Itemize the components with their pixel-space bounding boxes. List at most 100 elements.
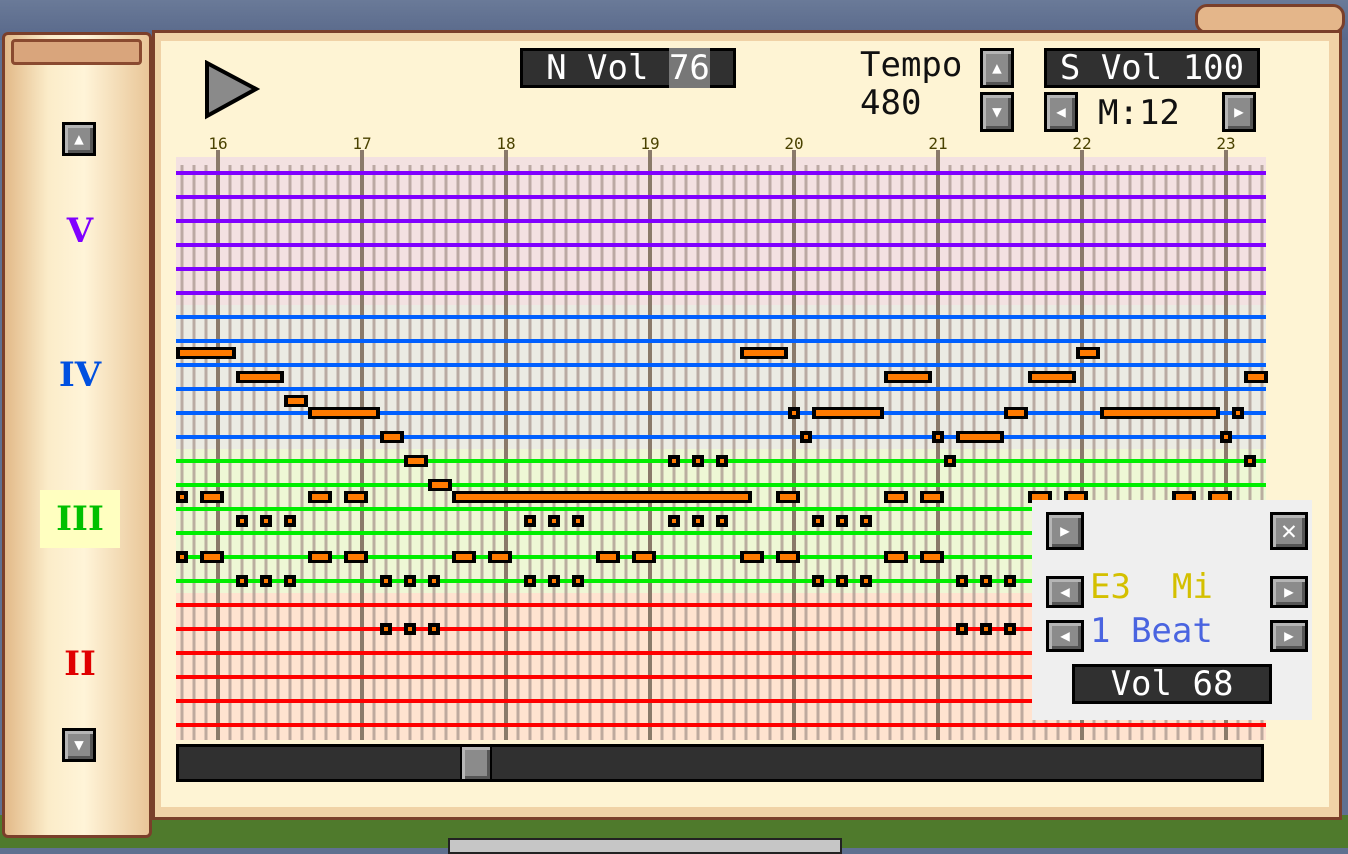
note-fill: [312, 554, 328, 560]
note-fill: [492, 554, 508, 560]
staff-line: [176, 243, 1266, 247]
note-fill: [1008, 410, 1024, 416]
duration-up-button[interactable]: ▶: [1270, 620, 1308, 652]
note-fill: [264, 579, 268, 583]
staff-line: [176, 387, 1266, 391]
note-fill: [924, 494, 940, 500]
note-fill: [696, 459, 700, 463]
note-fill: [180, 495, 184, 499]
note-fill: [888, 374, 928, 380]
staff-line: [176, 171, 1266, 175]
note-fill: [264, 519, 268, 523]
note-fill: [528, 519, 532, 523]
pitch-up-button[interactable]: ▶: [1270, 576, 1308, 608]
note-edit-panel: ▶ ✕ ◀ E3 Mi ▶ ◀ 1 Beat ▶ Vol 68: [1032, 500, 1312, 720]
note-fill: [804, 435, 808, 439]
note-grid[interactable]: [0, 0, 1348, 848]
note-fill: [672, 459, 676, 463]
note-fill: [888, 494, 904, 500]
pitch-label: E3 Mi: [1090, 567, 1213, 607]
note-fill: [948, 459, 952, 463]
note-fill: [456, 554, 472, 560]
note-fill: [960, 579, 964, 583]
staff-line: [176, 195, 1266, 199]
note-fill: [240, 374, 280, 380]
note-fill: [960, 627, 964, 631]
note-fill: [408, 579, 412, 583]
duration-label: 1 Beat: [1090, 611, 1213, 651]
note-fill: [384, 627, 388, 631]
note-fill: [840, 579, 844, 583]
note-fill: [552, 519, 556, 523]
note-fill: [720, 459, 724, 463]
note-fill: [864, 519, 868, 523]
arrow-right-icon: ▶: [1284, 582, 1294, 601]
note-fill: [432, 627, 436, 631]
close-x-icon: ✕: [1281, 516, 1297, 546]
note-fill: [936, 435, 940, 439]
note-fill: [864, 579, 868, 583]
note-fill: [408, 458, 424, 464]
staff-line: [176, 723, 1266, 727]
note-fill: [240, 519, 244, 523]
note-fill: [348, 554, 364, 560]
staff-line: [176, 291, 1266, 295]
note-fill: [1008, 627, 1012, 631]
note-fill: [312, 494, 328, 500]
note-fill: [552, 579, 556, 583]
note-fill: [960, 434, 1000, 440]
note-fill: [984, 579, 988, 583]
note-fill: [888, 554, 904, 560]
arrow-right-icon: ▶: [1284, 626, 1294, 645]
staff-line: [176, 339, 1266, 343]
note-fill: [636, 554, 652, 560]
note-fill: [600, 554, 616, 560]
note-fill: [432, 579, 436, 583]
note-fill: [576, 579, 580, 583]
note-fill: [1248, 459, 1252, 463]
staff-line: [176, 435, 1266, 439]
note-fill: [384, 579, 388, 583]
note-fill: [1236, 411, 1240, 415]
note-fill: [792, 411, 796, 415]
timeline-scrollbar[interactable]: [176, 744, 1264, 782]
note-fill: [1032, 374, 1072, 380]
note-fill: [720, 519, 724, 523]
note-fill: [432, 482, 448, 488]
note-fill: [780, 554, 796, 560]
note-fill: [1224, 435, 1228, 439]
note-fill: [204, 554, 220, 560]
note-volume-field-label: Vol: [1110, 664, 1193, 704]
note-fill: [780, 494, 796, 500]
play-small-icon: ▶: [1060, 521, 1070, 540]
note-fill: [840, 519, 844, 523]
note-fill: [528, 579, 532, 583]
note-fill: [696, 519, 700, 523]
preview-note-button[interactable]: ▶: [1046, 512, 1084, 550]
scrollbar-thumb[interactable]: [460, 747, 493, 779]
note-fill: [984, 627, 988, 631]
note-fill: [456, 494, 748, 500]
duration-down-button[interactable]: ◀: [1046, 620, 1084, 652]
note-fill: [816, 519, 820, 523]
note-fill: [204, 494, 220, 500]
arrow-left-icon: ◀: [1060, 626, 1070, 645]
pitch-down-button[interactable]: ◀: [1046, 576, 1084, 608]
note-fill: [1080, 350, 1096, 356]
note-fill: [180, 555, 184, 559]
note-fill: [408, 627, 412, 631]
note-fill: [180, 350, 232, 356]
staff-line: [176, 267, 1266, 271]
note-fill: [744, 350, 784, 356]
note-fill: [1008, 579, 1012, 583]
note-fill: [348, 494, 364, 500]
note-fill: [384, 434, 400, 440]
close-panel-button[interactable]: ✕: [1270, 512, 1308, 550]
staff-line: [176, 315, 1266, 319]
note-fill: [288, 519, 292, 523]
note-fill: [816, 410, 880, 416]
note-volume-field[interactable]: Vol 68: [1072, 664, 1272, 704]
note-fill: [576, 519, 580, 523]
note-fill: [1248, 374, 1264, 380]
note-fill: [288, 398, 304, 404]
